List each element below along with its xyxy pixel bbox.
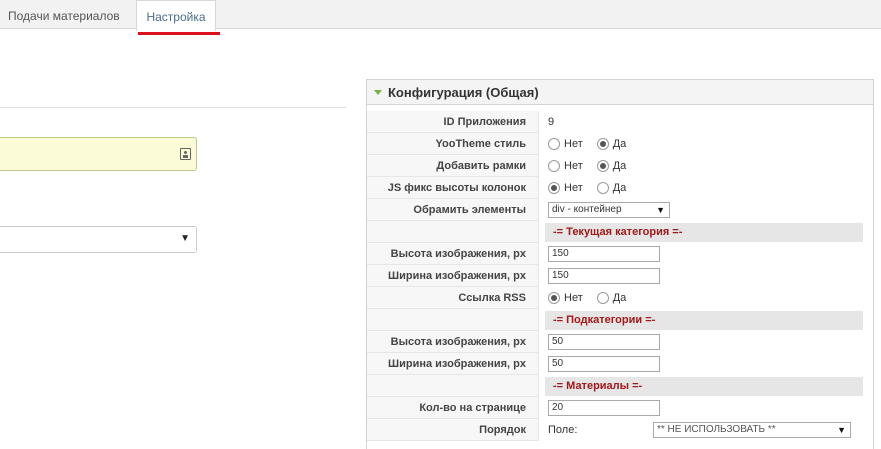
chevron-down-icon: ▼ <box>656 205 665 215</box>
radio-label: Нет <box>564 292 583 304</box>
panel-title: Конфигурация (Общая) <box>388 85 539 100</box>
wrap-elements-select[interactable]: div - контейнер ▼ <box>548 202 670 218</box>
radio-label: Нет <box>564 160 583 172</box>
field-label: Обрамить элементы <box>367 199 539 221</box>
sub-img-height-input[interactable]: 50 <box>548 334 660 350</box>
row-order: Порядок Поле: ** НЕ ИСПОЛЬЗОВАТЬ ** ▼ <box>367 419 873 441</box>
select-value: ** НЕ ИСПОЛЬЗОВАТЬ ** <box>657 424 776 435</box>
row-js-fix: JS фикс высоты колонок Нет Да <box>367 177 873 199</box>
select-dropdown[interactable]: ▼ <box>0 226 197 253</box>
field-label <box>367 221 539 243</box>
field-label: Высота изображения, px <box>367 331 539 353</box>
radio-label: Да <box>612 182 627 194</box>
per-page-input[interactable]: 20 <box>548 400 660 416</box>
panel-header[interactable]: Конфигурация (Общая) <box>367 80 873 105</box>
chevron-down-icon: ▼ <box>180 233 190 244</box>
row-wrap-elements: Обрамить элементы div - контейнер ▼ <box>367 199 873 221</box>
section-title: -= Материалы =- <box>553 380 643 392</box>
field-label: Ширина изображения, px <box>367 353 539 375</box>
row-yootheme-style: YooTheme стиль Нет Да <box>367 133 873 155</box>
field-label: Ссылка RSS <box>367 287 539 309</box>
tab-submissions[interactable]: Подачи материалов <box>8 0 120 29</box>
tab-settings[interactable]: Настройка <box>136 0 216 31</box>
order-field-select[interactable]: ** НЕ ИСПОЛЬЗОВАТЬ ** ▼ <box>653 422 851 438</box>
collapse-triangle-icon[interactable] <box>374 90 382 95</box>
field-label: Порядок <box>367 419 539 441</box>
radio-yes[interactable] <box>596 182 609 194</box>
sub-img-width-input[interactable]: 50 <box>548 356 660 372</box>
current-img-height-input[interactable]: 150 <box>548 246 660 262</box>
radio-no[interactable] <box>548 292 560 304</box>
row-current-img-height: Высота изображения, px 150 <box>367 243 873 265</box>
row-rss-link: Ссылка RSS Нет Да <box>367 287 873 309</box>
tab-bar: Подачи материалов Настройка <box>0 0 881 31</box>
section-header: -= Подкатегории =- <box>545 311 863 330</box>
app-id-value: 9 <box>548 116 555 128</box>
field-label: Высота изображения, px <box>367 243 539 265</box>
radio-label: Нет <box>564 138 583 150</box>
section-header: -= Материалы =- <box>545 377 863 396</box>
row-current-img-width: Ширина изображения, px 150 <box>367 265 873 287</box>
field-label: Кол-во на странице <box>367 397 539 419</box>
radio-yes[interactable] <box>596 292 609 304</box>
section-header: -= Текущая категория =- <box>545 223 863 242</box>
section-title: -= Текущая категория =- <box>553 226 683 238</box>
contact-card-icon[interactable] <box>180 148 191 160</box>
field-label: YooTheme стиль <box>367 133 539 155</box>
row-sub-img-width: Ширина изображения, px 50 <box>367 353 873 375</box>
field-label: Ширина изображения, px <box>367 265 539 287</box>
radio-label: Да <box>612 160 627 172</box>
current-img-width-input[interactable]: 150 <box>548 268 660 284</box>
order-field-label: Поле: <box>548 424 578 436</box>
field-label: ID Приложения <box>367 111 539 133</box>
radio-label: Да <box>612 138 627 150</box>
section-row-items: -= Материалы =- <box>367 375 873 397</box>
active-tab-indicator <box>138 32 220 35</box>
section-row-current: -= Текущая категория =- <box>367 221 873 243</box>
radio-no[interactable] <box>548 138 560 150</box>
radio-no[interactable] <box>548 182 560 194</box>
config-panel: Конфигурация (Общая) ID Приложения 9 Yoo… <box>366 79 874 449</box>
select-value: div - контейнер <box>552 204 622 215</box>
field-label: Добавить рамки <box>367 155 539 177</box>
divider <box>0 107 346 108</box>
radio-yes[interactable] <box>596 160 609 172</box>
chevron-down-icon: ▼ <box>837 425 846 435</box>
radio-label: Да <box>612 292 627 304</box>
radio-label: Нет <box>564 182 583 194</box>
row-app-id: ID Приложения 9 <box>367 111 873 133</box>
row-add-frames: Добавить рамки Нет Да <box>367 155 873 177</box>
section-row-sub: -= Подкатегории =- <box>367 309 873 331</box>
field-label <box>367 375 539 397</box>
field-label <box>367 309 539 331</box>
section-title: -= Подкатегории =- <box>553 314 656 326</box>
row-per-page: Кол-во на странице 20 <box>367 397 873 419</box>
field-label: JS фикс высоты колонок <box>367 177 539 199</box>
radio-no[interactable] <box>548 160 560 172</box>
radio-yes[interactable] <box>596 138 609 150</box>
text-input[interactable] <box>0 137 197 171</box>
row-sub-img-height: Высота изображения, px 50 <box>367 331 873 353</box>
